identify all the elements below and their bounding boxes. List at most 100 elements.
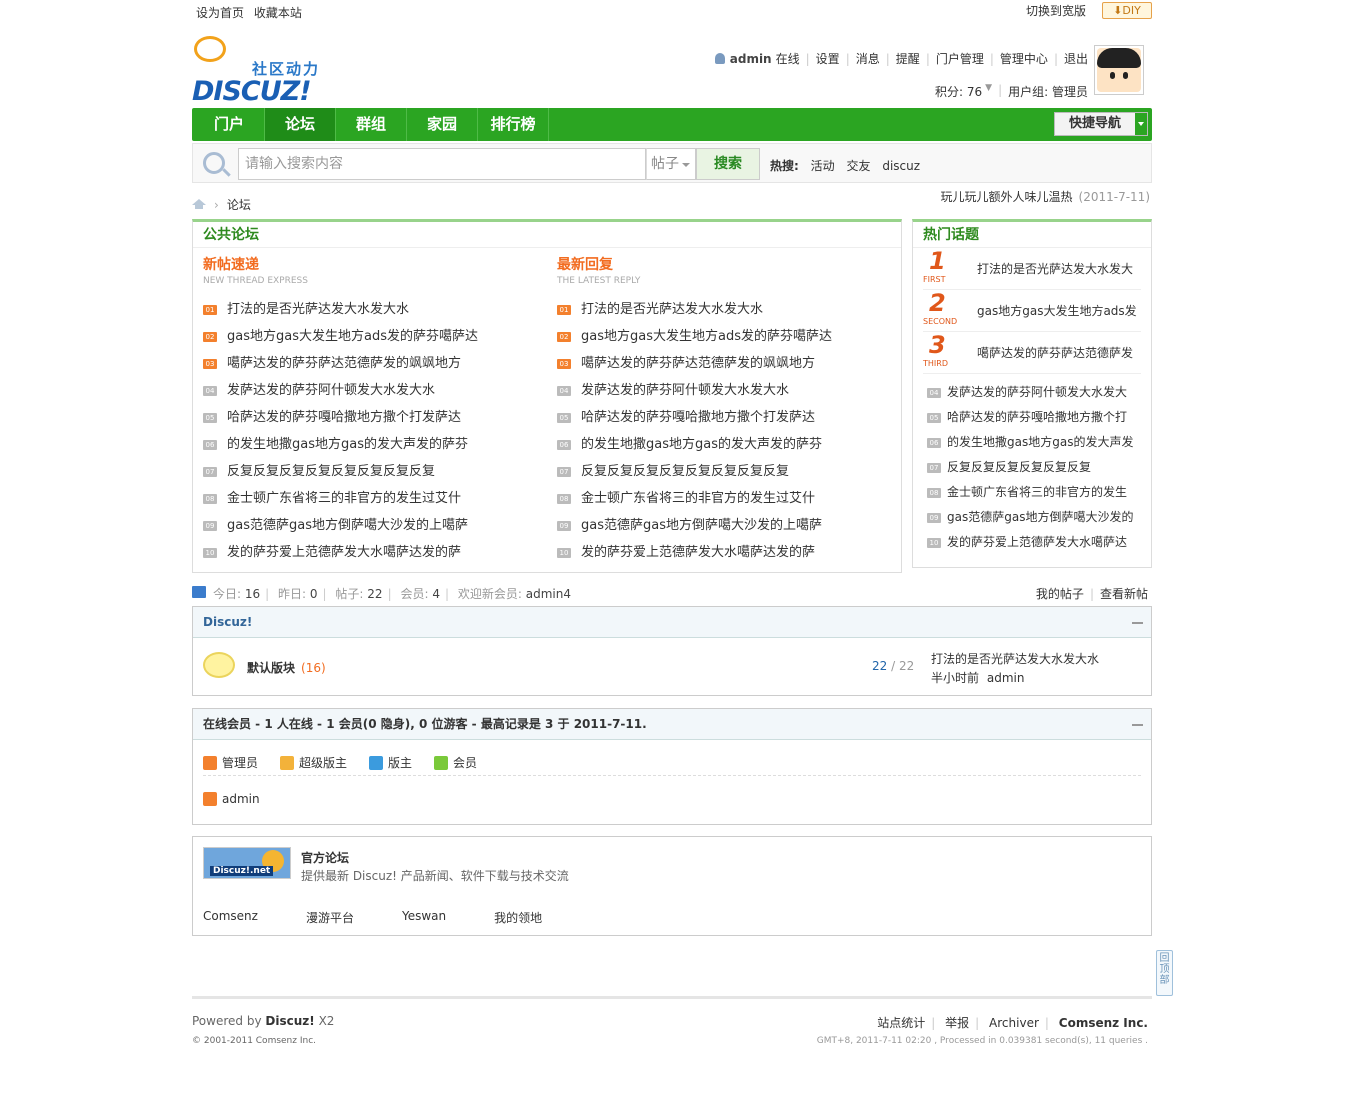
credits-dropdown[interactable]: 积分: 76 — [935, 83, 982, 100]
site-stats-link[interactable]: 站点统计 — [877, 1016, 925, 1030]
thread-title-link[interactable]: 发萨达发的萨芬阿什顿发大水发大水 — [581, 377, 789, 404]
hot-topic-link[interactable]: 发萨达发的萨芬阿什顿发大水发大 — [947, 380, 1127, 405]
admin-center-link[interactable]: 管理中心 — [1000, 50, 1048, 67]
hot-topic-link[interactable]: 金士顿广东省将三的非官方的发生 — [947, 480, 1127, 505]
back-to-top-button[interactable]: 回顶部 — [1156, 950, 1173, 996]
logout-link[interactable]: 退出 — [1064, 50, 1088, 67]
thread-list-item[interactable]: 07 反复反复反复反复反复反复反复反复 — [557, 458, 887, 485]
thread-title-link[interactable]: 噶萨达发的萨芬萨达范德萨发的飒飒地方 — [227, 350, 461, 377]
nav-item-group[interactable]: 群组 — [336, 108, 407, 141]
thread-list-item[interactable]: 08 金士顿广东省将三的非官方的发生过艾什 — [203, 485, 533, 512]
last-post-title-link[interactable]: 打法的是否光萨达发大水发大水 — [931, 650, 1099, 669]
thread-title-link[interactable]: 噶萨达发的萨芬萨达范德萨发的飒飒地方 — [581, 350, 815, 377]
thread-list-item[interactable]: 04 发萨达发的萨芬阿什顿发大水发大水 — [557, 377, 887, 404]
hot-topic-item[interactable]: 07 反复反复反复反复反复反复 — [927, 455, 1141, 480]
archiver-link[interactable]: Archiver — [989, 1016, 1039, 1030]
search-button[interactable]: 搜索 — [696, 148, 760, 180]
thread-list-item[interactable]: 01 打法的是否光萨达发大水发大水 — [203, 296, 533, 323]
thread-list-item[interactable]: 09 gas范德萨gas地方倒萨噶大沙发的上噶萨 — [203, 512, 533, 539]
thread-list-item[interactable]: 08 金士顿广东省将三的非官方的发生过艾什 — [557, 485, 887, 512]
thread-list-item[interactable]: 03 噶萨达发的萨芬萨达范德萨发的飒飒地方 — [203, 350, 533, 377]
last-post-user-link[interactable]: admin — [987, 671, 1025, 685]
thread-title-link[interactable]: gas范德萨gas地方倒萨噶大沙发的上噶萨 — [581, 512, 822, 539]
hot-search-link[interactable]: 活动 — [811, 159, 835, 173]
thread-list-item[interactable]: 06 的发生地撒gas地方gas的发大声发的萨芬 — [557, 431, 887, 458]
hot-topic-link[interactable]: 哈萨达发的萨芬嘎哈撒地方撒个打 — [947, 405, 1127, 430]
collapse-icon[interactable] — [1132, 622, 1143, 624]
official-forum-link[interactable]: 官方论坛 — [301, 849, 349, 866]
collapse-icon[interactable] — [1132, 724, 1143, 726]
hot-topic-item[interactable]: 08 金士顿广东省将三的非官方的发生 — [927, 480, 1141, 505]
home-icon[interactable] — [192, 197, 206, 209]
hot-topic-link[interactable]: 的发生地撒gas地方gas的发大声发 — [947, 430, 1133, 455]
thread-list-item[interactable]: 09 gas范德萨gas地方倒萨噶大沙发的上噶萨 — [557, 512, 887, 539]
thread-title-link[interactable]: 哈萨达发的萨芬嘎哈撒地方撒个打发萨达 — [581, 404, 815, 431]
breadcrumb-current[interactable]: 论坛 — [227, 198, 251, 212]
search-input[interactable]: 请输入搜索内容 — [238, 148, 646, 180]
hot-topic-link[interactable]: gas范德萨gas地方倒萨噶大沙发的 — [947, 505, 1133, 530]
thread-title-link[interactable]: 的发生地撒gas地方gas的发大声发的萨芬 — [581, 431, 822, 458]
friend-link[interactable]: 漫游平台 — [306, 909, 354, 926]
nav-item-portal[interactable]: 门户 — [194, 108, 265, 141]
thread-list-item[interactable]: 06 的发生地撒gas地方gas的发大声发的萨芬 — [203, 431, 533, 458]
bookmark-link[interactable]: 收藏本站 — [254, 6, 302, 20]
friend-link[interactable]: 我的领地 — [494, 909, 542, 926]
thread-title-link[interactable]: 哈萨达发的萨芬嘎哈撒地方撒个打发萨达 — [227, 404, 461, 431]
hot-topic-item[interactable]: 06 的发生地撒gas地方gas的发大声发 — [927, 430, 1141, 455]
thread-list-item[interactable]: 02 gas地方gas大发生地方ads发的萨芬噶萨达 — [203, 323, 533, 350]
thread-list-item[interactable]: 05 哈萨达发的萨芬嘎哈撒地方撒个打发萨达 — [203, 404, 533, 431]
friend-link[interactable]: Yeswan — [402, 909, 446, 926]
search-type-select[interactable]: 帖子 — [646, 148, 696, 180]
thread-list-item[interactable]: 05 哈萨达发的萨芬嘎哈撒地方撒个打发萨达 — [557, 404, 887, 431]
view-new-link[interactable]: 查看新帖 — [1100, 587, 1148, 601]
thread-title-link[interactable]: 金士顿广东省将三的非官方的发生过艾什 — [227, 485, 461, 512]
hot-topic-item[interactable]: 10 发的萨芬爱上范德萨发大水噶萨达 — [927, 530, 1141, 555]
thread-list-item[interactable]: 04 发萨达发的萨芬阿什顿发大水发大水 — [203, 377, 533, 404]
thread-list-item[interactable]: 01 打法的是否光萨达发大水发大水 — [557, 296, 887, 323]
thread-title-link[interactable]: gas地方gas大发生地方ads发的萨芬噶萨达 — [227, 323, 478, 350]
nav-item-ranking[interactable]: 排行榜 — [478, 108, 549, 141]
thread-list-item[interactable]: 03 噶萨达发的萨芬萨达范德萨发的飒飒地方 — [557, 350, 887, 377]
nav-item-home[interactable]: 家园 — [407, 108, 478, 141]
newest-member-link[interactable]: admin4 — [526, 587, 571, 601]
thread-list-item[interactable]: 10 发的萨芬爱上范德萨发大水噶萨达发的萨 — [203, 539, 533, 566]
announcement-text[interactable]: 玩儿玩儿额外人味儿温热 — [941, 190, 1073, 204]
category-title[interactable]: Discuz! — [203, 615, 252, 629]
hot-topic-item[interactable]: 09 gas范德萨gas地方倒萨噶大沙发的 — [927, 505, 1141, 530]
notifications-link[interactable]: 提醒 — [896, 50, 920, 67]
hot-search-link[interactable]: 交友 — [846, 159, 870, 173]
hot-topic-link[interactable]: 发的萨芬爱上范德萨发大水噶萨达 — [947, 530, 1127, 555]
thread-list-item[interactable]: 10 发的萨芬爱上范德萨发大水噶萨达发的萨 — [557, 539, 887, 566]
report-link[interactable]: 举报 — [945, 1016, 969, 1030]
thread-title-link[interactable]: gas范德萨gas地方倒萨噶大沙发的上噶萨 — [227, 512, 468, 539]
company-link[interactable]: Comsenz Inc. — [1059, 1016, 1148, 1030]
announcement[interactable]: 玩儿玩儿额外人味儿温热 (2011-7-11) — [941, 188, 1150, 205]
hot-topic-link[interactable]: 反复反复反复反复反复反复 — [947, 455, 1091, 480]
avatar[interactable] — [1094, 45, 1144, 95]
hot-search-link[interactable]: discuz — [882, 159, 920, 173]
thread-list-item[interactable]: 02 gas地方gas大发生地方ads发的萨芬噶萨达 — [557, 323, 887, 350]
thread-title-link[interactable]: 发的萨芬爱上范德萨发大水噶萨达发的萨 — [581, 539, 815, 566]
friend-link[interactable]: Comsenz — [203, 909, 258, 926]
diy-button[interactable]: ⬇DIY — [1102, 2, 1152, 19]
site-logo[interactable]: 社区动力 DISCUZ! — [192, 34, 332, 107]
thread-title-link[interactable]: 的发生地撒gas地方gas的发大声发的萨芬 — [227, 431, 468, 458]
thread-list-item[interactable]: 07 反复反复反复反复反复反复反复反复 — [203, 458, 533, 485]
thread-title-link[interactable]: 反复反复反复反复反复反复反复反复 — [581, 458, 789, 485]
my-posts-link[interactable]: 我的帖子 — [1036, 587, 1084, 601]
hot-topic-link[interactable]: 噶萨达发的萨芬萨达范德萨发 — [977, 344, 1137, 361]
thread-title-link[interactable]: 金士顿广东省将三的非官方的发生过艾什 — [581, 485, 815, 512]
thread-title-link[interactable]: 反复反复反复反复反复反复反复反复 — [227, 458, 435, 485]
portal-admin-link[interactable]: 门户管理 — [936, 50, 984, 67]
settings-link[interactable]: 设置 — [816, 50, 840, 67]
powered-brand-link[interactable]: Discuz! — [265, 1014, 314, 1028]
forum-name-link[interactable]: 默认版块 — [247, 661, 295, 675]
hot-topic-link[interactable]: 打法的是否光萨达发大水发大 — [977, 260, 1137, 277]
hot-topic-item[interactable]: 04 发萨达发的萨芬阿什顿发大水发大 — [927, 380, 1141, 405]
switch-wide-link[interactable]: 切换到宽版 — [1026, 2, 1086, 19]
thread-title-link[interactable]: 打法的是否光萨达发大水发大水 — [227, 296, 409, 323]
online-user-link[interactable]: admin — [222, 792, 260, 806]
quick-nav-button[interactable]: 快捷导航 — [1054, 112, 1148, 136]
thread-title-link[interactable]: 打法的是否光萨达发大水发大水 — [581, 296, 763, 323]
set-home-link[interactable]: 设为首页 — [196, 6, 244, 20]
